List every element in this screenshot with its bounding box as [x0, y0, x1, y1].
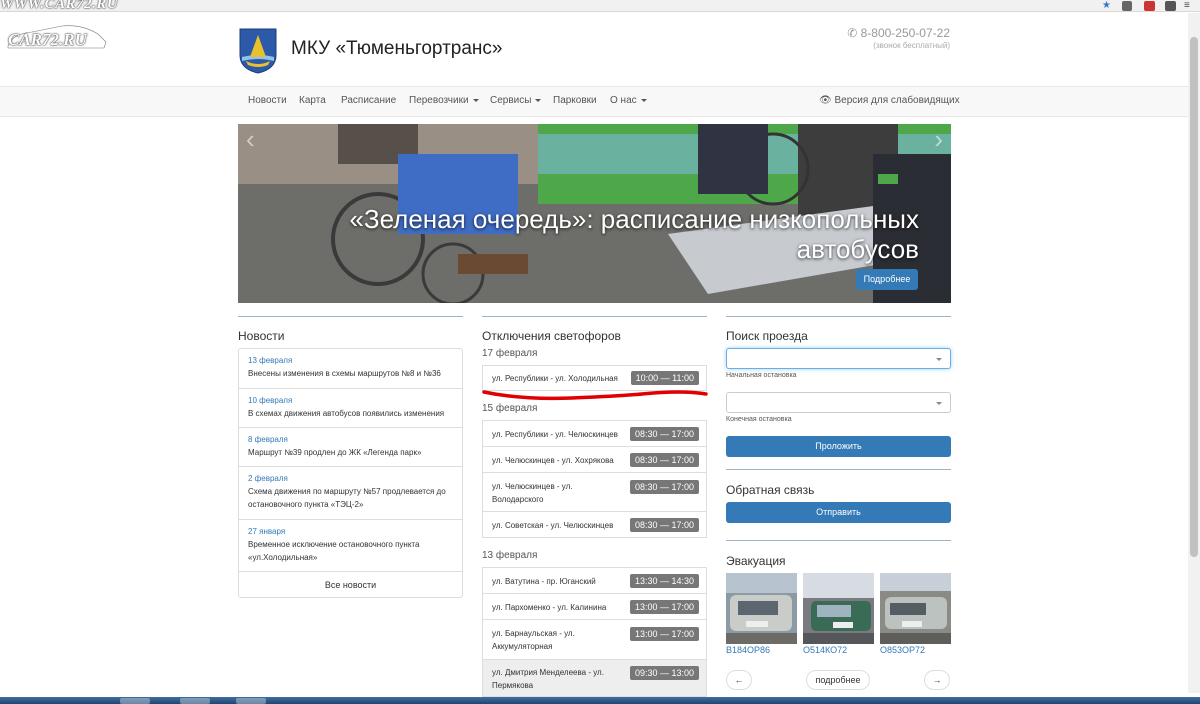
phone-number[interactable]: ✆ 8-800-250-07-22: [847, 26, 950, 40]
divider: [726, 540, 951, 541]
bookmark-star-icon[interactable]: ★: [1102, 0, 1111, 11]
divider: [482, 316, 707, 317]
build-route-button[interactable]: Проложить: [726, 436, 951, 457]
outage-row[interactable]: ул. Челюскинцев - ул. Хохрякова 08:30 — …: [482, 446, 707, 473]
outage-row[interactable]: ул. Советская - ул. Челюскинцев 08:30 — …: [482, 511, 707, 538]
time-badge: 08:30 — 17:00: [629, 480, 699, 494]
news-item[interactable]: 27 января Временное исключение остановоч…: [238, 520, 463, 572]
news-title: Новости: [238, 329, 285, 343]
hero-more-button[interactable]: Подробнее: [856, 269, 918, 290]
time-badge: 08:30 — 17:00: [629, 518, 699, 532]
hero-carousel[interactable]: ‹ › «Зеленая очередь»: расписание низкоп…: [238, 124, 951, 303]
outage-row[interactable]: ул. Челюскинцев - ул. Володарского 08:30…: [482, 472, 707, 512]
chevron-down-icon: [936, 402, 942, 405]
divider: [238, 316, 463, 317]
time-badge: 08:30 — 17:00: [629, 427, 699, 441]
evacuated-car-photo[interactable]: [726, 573, 797, 644]
scrollbar[interactable]: [1188, 13, 1200, 693]
time-badge: 08:30 — 17:00: [629, 453, 699, 467]
route-search-title: Поиск проезда: [726, 329, 808, 343]
site-title[interactable]: МКУ «Тюменьгортранс»: [291, 38, 502, 60]
phone-note: (звонок бесплатный): [873, 41, 950, 50]
time-badge: 09:30 — 13:00: [629, 666, 699, 680]
time-badge: 10:00 — 11:00: [630, 371, 699, 385]
taskbar-app-icon[interactable]: [236, 698, 266, 704]
nav-parking[interactable]: Парковки: [553, 95, 597, 106]
phone-icon: ✆: [847, 26, 858, 40]
news-item[interactable]: 2 февраля Схема движения по маршруту №57…: [238, 467, 463, 520]
city-coat-of-arms-logo[interactable]: [238, 27, 278, 75]
hero-caption: «Зеленая очередь»: расписание низкопольн…: [349, 204, 919, 264]
chevron-down-icon: [535, 98, 542, 102]
evacuated-car-photo[interactable]: [880, 573, 951, 644]
nav-schedule[interactable]: Расписание: [341, 95, 396, 106]
watermark-text: WWW.CAR72.RU: [0, 0, 119, 12]
evacuation-next-button[interactable]: →: [924, 670, 950, 690]
red-underline-annotation: [482, 390, 708, 401]
end-stop-select[interactable]: [726, 392, 951, 413]
evacuated-car-photo[interactable]: [803, 573, 874, 644]
outage-row[interactable]: ул. Ватутина - пр. Юганский 13:30 — 14:3…: [482, 567, 707, 594]
start-stop-label: Начальная остановка: [726, 372, 797, 379]
nav-carriers[interactable]: Перевозчики: [409, 95, 479, 106]
send-feedback-button[interactable]: Отправить: [726, 502, 951, 523]
start-stop-select[interactable]: [726, 348, 951, 369]
car-plate-link[interactable]: О853ОР72: [880, 645, 925, 655]
nav-about[interactable]: О нас: [610, 95, 647, 106]
nav-services[interactable]: Сервисы: [490, 95, 542, 106]
outage-row[interactable]: ул. Пархоменко - ул. Калинина 13:00 — 17…: [482, 593, 707, 620]
browser-toolbar: [0, 0, 1200, 12]
outage-row[interactable]: ул. Дмитрия Менделеева - ул. Пермякова 0…: [482, 659, 707, 697]
watermark-logo-text: CAR72.RU: [8, 30, 87, 49]
nav-map[interactable]: Карта: [299, 95, 326, 106]
evacuation-more-button[interactable]: подробнее: [806, 670, 870, 690]
outage-row[interactable]: ул. Республики - ул. Челюскинцев 08:30 —…: [482, 420, 707, 447]
carousel-next-icon[interactable]: ›: [934, 124, 943, 155]
chevron-down-icon: [936, 358, 942, 361]
car-plate-link[interactable]: В184ОР86: [726, 645, 770, 655]
outage-row[interactable]: ул. Барнаульская - ул. Аккумуляторная 13…: [482, 619, 707, 660]
time-badge: 13:00 — 17:00: [629, 627, 699, 641]
end-stop-label: Конечная остановка: [726, 416, 792, 423]
outage-date: 13 февраля: [482, 550, 538, 561]
all-news-link[interactable]: Все новости: [238, 572, 463, 598]
accessibility-version-link[interactable]: 👁 Версия для слабовидящих: [819, 95, 960, 106]
news-item[interactable]: 8 февраля Маршрут №39 продлен до ЖК «Лег…: [238, 428, 463, 467]
feedback-title: Обратная связь: [726, 483, 815, 497]
outage-date: 15 февраля: [482, 403, 538, 414]
extension-icon[interactable]: [1144, 1, 1155, 11]
extension-icon[interactable]: [1122, 1, 1132, 11]
taskbar-app-icon[interactable]: [180, 698, 210, 704]
carousel-prev-icon[interactable]: ‹: [246, 124, 255, 155]
chevron-down-icon: [472, 98, 479, 102]
divider: [726, 469, 951, 470]
evacuation-prev-button[interactable]: ←: [726, 670, 752, 690]
eye-icon: 👁: [819, 95, 832, 106]
chevron-down-icon: [640, 98, 647, 102]
outage-date: 17 февраля: [482, 348, 538, 359]
news-item[interactable]: 13 февраля Внесены изменения в схемы мар…: [238, 349, 463, 389]
car-plate-link[interactable]: О514КО72: [803, 645, 847, 655]
news-item[interactable]: 10 февраля В схемах движения автобусов п…: [238, 389, 463, 428]
evacuation-title: Эвакуация: [726, 554, 786, 568]
outages-title: Отключения светофоров: [482, 329, 621, 343]
extension-icon[interactable]: [1165, 1, 1176, 11]
taskbar-app-icon[interactable]: [120, 698, 150, 704]
nav-news[interactable]: Новости: [248, 95, 287, 106]
menu-icon[interactable]: ≡: [1184, 0, 1190, 11]
divider: [726, 316, 951, 317]
time-badge: 13:30 — 14:30: [629, 574, 699, 588]
time-badge: 13:00 — 17:00: [629, 600, 699, 614]
